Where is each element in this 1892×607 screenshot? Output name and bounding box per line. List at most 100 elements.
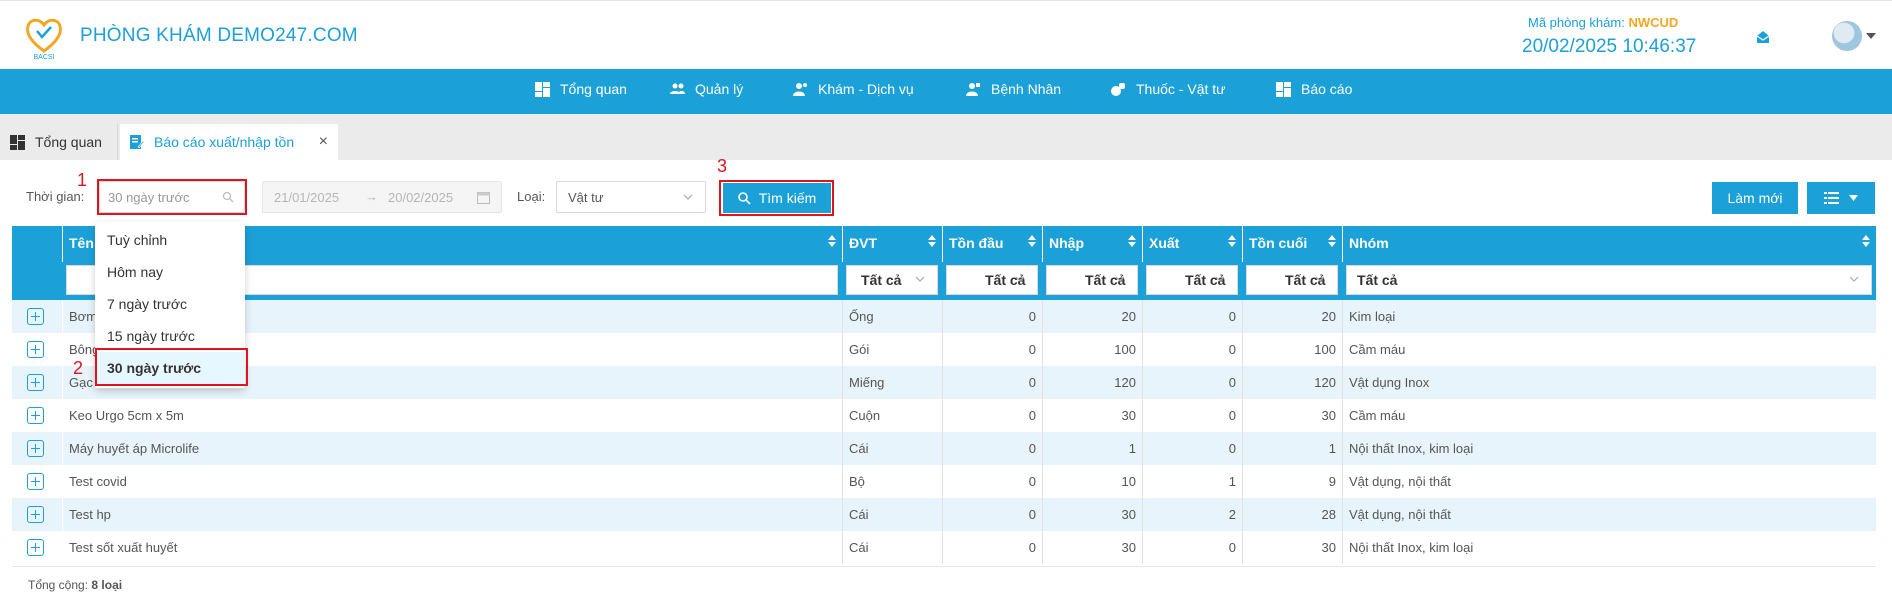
- export-filter-select[interactable]: Tất cả: [1146, 265, 1238, 295]
- cell-opening: 0: [942, 399, 1042, 432]
- cell-export: 1: [1142, 465, 1242, 498]
- group-filter-select[interactable]: Tất cả: [1346, 265, 1872, 295]
- table-row[interactable]: Test sốt xuất huyết Cái 0 30 0 30 Nội th…: [12, 531, 1876, 564]
- sort-icon[interactable]: [928, 235, 936, 247]
- doctor-icon: [793, 82, 807, 96]
- expand-row-icon[interactable]: [27, 473, 44, 490]
- column-header-import[interactable]: Nhập: [1042, 226, 1142, 262]
- annotation-box-2: [95, 348, 248, 386]
- cell-export: 0: [1142, 300, 1242, 333]
- expand-row-icon[interactable]: [27, 539, 44, 556]
- cell-unit: Bộ: [842, 465, 942, 498]
- footer-count: 8 loại: [91, 578, 123, 592]
- nav-item-medicine[interactable]: Thuốc - Vật tư: [1110, 81, 1226, 97]
- tab-overview[interactable]: Tổng quan: [0, 124, 118, 160]
- table-row[interactable]: Máy huyết áp Microlife Cái 0 1 0 1 Nội t…: [12, 432, 1876, 465]
- cell-closing: 20: [1242, 300, 1342, 333]
- date-range-picker[interactable]: 21/01/2025 → 20/02/2025: [262, 181, 502, 213]
- nav-item-services[interactable]: Khám - Dịch vụ: [793, 81, 914, 97]
- nav-item-reports[interactable]: Báo cáo: [1276, 81, 1352, 97]
- footer-label: Tổng cộng:: [28, 578, 89, 592]
- unit-filter-select[interactable]: Tất cả: [846, 265, 938, 295]
- cell-group: Nội thất Inox, kim loại: [1342, 531, 1876, 564]
- cell-export: 0: [1142, 366, 1242, 399]
- cell-unit: Ống: [842, 300, 942, 333]
- sort-icon[interactable]: [1028, 235, 1036, 247]
- cell-export: 0: [1142, 399, 1242, 432]
- column-header-opening-stock[interactable]: Tồn đầu: [942, 226, 1042, 262]
- chevron-down-icon[interactable]: [1866, 33, 1876, 39]
- cell-group: Vật dụng, nội thất: [1342, 465, 1876, 498]
- expand-row-icon[interactable]: [27, 506, 44, 523]
- medicine-icon: [1111, 82, 1125, 96]
- dropdown-option-7-days[interactable]: 7 ngày trước: [95, 288, 245, 320]
- tab-inventory-report[interactable]: Báo cáo xuất/nhập tồn ×: [120, 124, 338, 160]
- type-select[interactable]: Vật tư: [556, 181, 706, 213]
- nav-item-management[interactable]: Quản lý: [670, 81, 743, 97]
- cell-import: 30: [1042, 399, 1142, 432]
- table-row[interactable]: Test hp Cái 0 30 2 28 Vật dụng, nội thất: [12, 498, 1876, 531]
- opening-filter-select[interactable]: Tất cả: [946, 265, 1038, 295]
- nav-item-patients[interactable]: Bệnh Nhân: [966, 81, 1061, 97]
- import-filter-select[interactable]: Tất cả: [1046, 265, 1138, 295]
- cell-closing: 30: [1242, 531, 1342, 564]
- cell-name: Máy huyết áp Microlife: [62, 432, 842, 465]
- refresh-button[interactable]: Làm mới: [1712, 182, 1798, 214]
- expand-row-icon[interactable]: [27, 407, 44, 424]
- sort-icon[interactable]: [1862, 235, 1870, 247]
- table-row[interactable]: Gạc Miếng 0 120 0 120 Vật dụng Inox: [12, 366, 1876, 399]
- table-footer: Tổng cộng: 8 loại: [12, 566, 1876, 602]
- user-avatar[interactable]: [1832, 21, 1862, 51]
- cell-unit: Cuộn: [842, 399, 942, 432]
- column-header-export[interactable]: Xuất: [1142, 226, 1242, 262]
- edit-document-icon: [130, 134, 144, 149]
- arrow-right-icon: →: [365, 189, 378, 204]
- expand-column-header: [12, 226, 62, 300]
- tab-bar: Tổng quan Báo cáo xuất/nhập tồn ×: [0, 114, 1892, 160]
- cell-closing: 9: [1242, 465, 1342, 498]
- filter-value: Tất cả: [861, 272, 902, 288]
- chevron-down-icon: [1849, 195, 1858, 201]
- message-icon[interactable]: [1756, 30, 1770, 44]
- dropdown-option-today[interactable]: Hôm nay: [95, 256, 245, 288]
- expand-row-icon[interactable]: [27, 341, 44, 358]
- cell-unit: Cái: [842, 498, 942, 531]
- table-row[interactable]: Test covid Bộ 0 10 1 9 Vật dụng, nội thấ…: [12, 465, 1876, 498]
- nav-label: Thuốc - Vật tư: [1136, 81, 1226, 97]
- sort-icon[interactable]: [1328, 235, 1336, 247]
- table-row[interactable]: Keo Urgo 5cm x 5m Cuộn 0 30 0 30 Cầm máu: [12, 399, 1876, 432]
- closing-filter-select[interactable]: Tất cả: [1246, 265, 1338, 295]
- dropdown-option-custom[interactable]: Tuỳ chỉnh: [95, 224, 245, 256]
- expand-row-icon[interactable]: [27, 440, 44, 457]
- column-settings-button[interactable]: [1807, 182, 1875, 214]
- clinic-logo[interactable]: BACSI: [22, 13, 66, 61]
- column-header-closing-stock[interactable]: Tồn cuối: [1242, 226, 1342, 262]
- chevron-down-icon: [915, 276, 925, 282]
- cell-group: Vật dụng, nội thất: [1342, 498, 1876, 531]
- cell-unit: Cái: [842, 531, 942, 564]
- cell-closing: 100: [1242, 333, 1342, 366]
- cell-import: 30: [1042, 498, 1142, 531]
- tab-label: Báo cáo xuất/nhập tồn: [154, 134, 295, 150]
- date-from: 21/01/2025: [274, 190, 340, 205]
- expand-row-icon[interactable]: [27, 374, 44, 391]
- sort-icon[interactable]: [828, 235, 836, 247]
- sort-icon[interactable]: [1128, 235, 1136, 247]
- cell-opening: 0: [942, 432, 1042, 465]
- cell-group: Kim loại: [1342, 300, 1876, 333]
- cell-opening: 0: [942, 531, 1042, 564]
- column-label: Tồn đầu: [949, 235, 1004, 251]
- clinic-name: PHÒNG KHÁM DEMO247.COM: [80, 25, 358, 46]
- cell-closing: 28: [1242, 498, 1342, 531]
- table-row[interactable]: Bông Gói 0 100 0 100 Cầm máu: [12, 333, 1876, 366]
- clinic-code: Mã phòng khám: NWCUD: [1528, 15, 1678, 30]
- expand-row-icon[interactable]: [27, 308, 44, 325]
- chevron-down-icon: [683, 194, 693, 200]
- chevron-down-icon: [1215, 276, 1225, 282]
- sort-icon[interactable]: [1228, 235, 1236, 247]
- column-header-group[interactable]: Nhóm: [1342, 226, 1876, 262]
- close-icon[interactable]: ×: [319, 134, 328, 150]
- nav-item-dashboard[interactable]: Tổng quan: [535, 81, 627, 97]
- table-row[interactable]: Bơm Ống 0 20 0 20 Kim loại: [12, 300, 1876, 333]
- column-header-unit[interactable]: ĐVT: [842, 226, 942, 262]
